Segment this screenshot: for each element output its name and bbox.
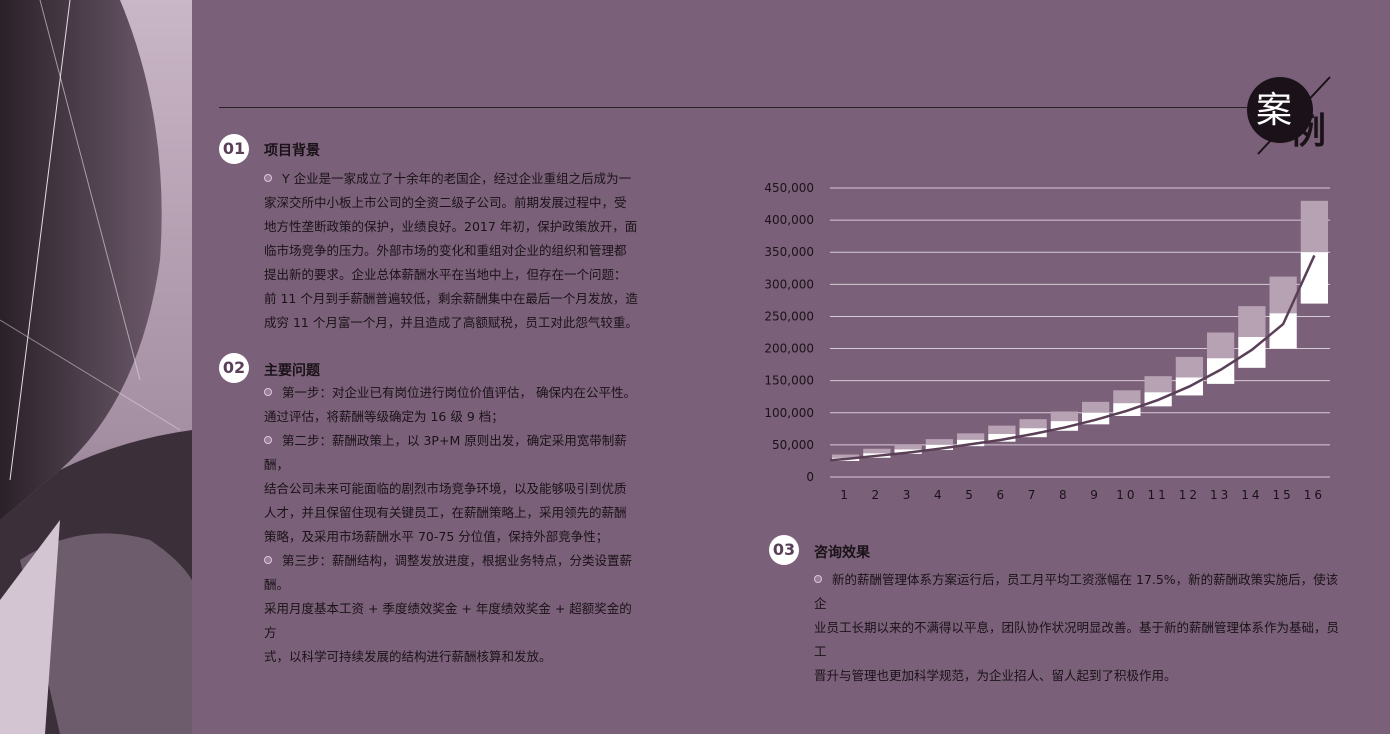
y-tick-label: 400,000 — [764, 213, 814, 227]
x-tick-label: 4 — [934, 488, 945, 502]
y-tick-label: 450,000 — [764, 181, 814, 195]
section-02-title: 主要问题 — [264, 363, 320, 379]
bullet-icon — [814, 575, 822, 583]
y-tick-label: 0 — [806, 470, 814, 484]
section-03-number: 03 — [769, 535, 799, 565]
y-tick-label: 350,000 — [764, 245, 814, 259]
x-tick-label: 7 — [1028, 488, 1039, 502]
body-line: 人才，并且保留住现有关键员工，在薪酬策略上，采用领先的薪酬 — [264, 505, 627, 520]
x-tick-label: 15 — [1272, 488, 1293, 502]
x-tick-label: 11 — [1147, 488, 1168, 502]
band-upper-bar — [1050, 411, 1078, 422]
band-upper-bar — [863, 448, 891, 454]
band-upper-bar — [1269, 276, 1297, 314]
section-02-body: 第一步：对企业已有岗位进行岗位价值评估， 确保内在公平性。 通过评估，将薪酬等级… — [264, 381, 644, 669]
body-line: 第二步：薪酬政策上，以 3P+M 原则出发，确定采用宽带制薪酬， — [264, 433, 627, 472]
x-tick-label: 9 — [1090, 488, 1101, 502]
x-tick-label: 6 — [997, 488, 1008, 502]
body-line: 临市场竞争的压力。外部市场的变化和重组对企业的组织和管理都 — [264, 243, 627, 258]
band-upper-bar — [957, 433, 985, 440]
body-line: 通过评估，将薪酬等级确定为 16 级 9 档； — [264, 409, 504, 424]
band-upper-bar — [925, 439, 953, 445]
body-line: 成穷 11 个月富一个月，并且造成了高额赋税，员工对此怨气较重。 — [264, 315, 638, 330]
body-line: 结合公司未来可能面临的剧烈市场竞争环境，以及能够吸引到优质 — [264, 481, 627, 496]
body-line: 新的薪酬管理体系方案运行后，员工月平均工资涨幅在 17.5%，新的薪酬政策实施后… — [814, 572, 1339, 611]
band-upper-bar — [1207, 332, 1235, 359]
salary-band-chart: 0 50,000 100,000 150,000 200,000 250,000 300,0… — [764, 181, 1330, 502]
y-tick-label: 300,000 — [764, 277, 814, 291]
band-upper-bar — [1019, 419, 1047, 429]
y-tick-label: 50,000 — [772, 438, 814, 452]
body-line: 前 11 个月到手薪酬普遍较低，剩余薪酬集中在最后一个月发放，造 — [264, 291, 638, 306]
section-03-body: 新的薪酬管理体系方案运行后，员工月平均工资涨幅在 17.5%，新的薪酬政策实施后… — [814, 568, 1344, 688]
bullet-icon — [264, 556, 272, 564]
body-line: 提出新的要求。企业总体薪酬水平在当地中上，但存在一个问题： — [264, 267, 627, 282]
body-line: 采用月度基本工资 + 季度绩效奖金 + 年度绩效奖金 + 超额奖金的方 — [264, 601, 632, 640]
band-upper-bar — [1082, 401, 1110, 413]
x-tick-label: 8 — [1059, 488, 1070, 502]
x-tick-label: 13 — [1210, 488, 1231, 502]
case-badge: 案 例 — [1240, 72, 1340, 162]
section-01-body: Y 企业是一家成立了十余年的老国企，经过企业重组之后成为一 家深交所中小板上市公… — [264, 167, 644, 335]
section-01-title: 项目背景 — [264, 143, 320, 159]
sailboat-photo — [0, 0, 192, 734]
x-tick-label: 3 — [903, 488, 914, 502]
badge-char-2: 例 — [1290, 111, 1327, 152]
y-tick-label: 150,000 — [764, 374, 814, 388]
body-line: 地方性垄断政策的保护，业绩良好。2017 年初，保护政策放开，面 — [264, 219, 638, 234]
header-divider — [219, 107, 1269, 108]
band-upper-bar — [1113, 390, 1141, 404]
section-02-number: 02 — [219, 353, 249, 383]
x-tick-label: 1 — [840, 488, 851, 502]
body-line: 家深交所中小板上市公司的全资二级子公司。前期发展过程中，受 — [264, 195, 627, 210]
band-upper-bar — [988, 425, 1016, 434]
bullet-icon — [264, 436, 272, 444]
body-line: Y 企业是一家成立了十余年的老国企，经过企业重组之后成为一 — [264, 167, 644, 191]
body-line: 策略，及采用市场薪酬水平 70-75 分位值，保持外部竞争性； — [264, 529, 609, 544]
bullet-icon — [264, 174, 272, 182]
body-line: 第三步：薪酬结构，调整发放进度，根据业务特点，分类设置薪酬。 — [264, 553, 633, 592]
band-upper-bar — [1300, 200, 1328, 253]
band-upper-bar — [1144, 376, 1172, 393]
y-tick-label: 100,000 — [764, 406, 814, 420]
x-tick-label: 10 — [1116, 488, 1137, 502]
x-tick-label: 14 — [1241, 488, 1262, 502]
x-tick-label: 16 — [1304, 488, 1325, 502]
x-tick-label: 12 — [1179, 488, 1200, 502]
body-line: 业员工长期以来的不满得以平息，团队协作状况明显改善。基于新的薪酬管理体系作为基础… — [814, 620, 1340, 659]
section-01-number: 01 — [219, 134, 249, 164]
y-tick-label: 250,000 — [764, 309, 814, 323]
bullet-icon — [264, 388, 272, 396]
y-tick-label: 200,000 — [764, 342, 814, 356]
section-03-title: 咨询效果 — [814, 545, 870, 561]
badge-char-1: 案 — [1256, 90, 1293, 131]
x-tick-label: 2 — [872, 488, 883, 502]
band-upper-bar — [1238, 306, 1266, 337]
band-upper-bar — [1175, 356, 1203, 378]
body-line: 晋升与管理也更加科学规范，为企业招人、留人起到了积极作用。 — [814, 668, 1177, 683]
body-line: 式，以科学可持续发展的结构进行薪酬核算和发放。 — [264, 649, 552, 664]
body-line: 第一步：对企业已有岗位进行岗位价值评估， 确保内在公平性。 — [264, 381, 644, 405]
band-upper-bar — [894, 444, 922, 450]
x-tick-label: 5 — [965, 488, 976, 502]
